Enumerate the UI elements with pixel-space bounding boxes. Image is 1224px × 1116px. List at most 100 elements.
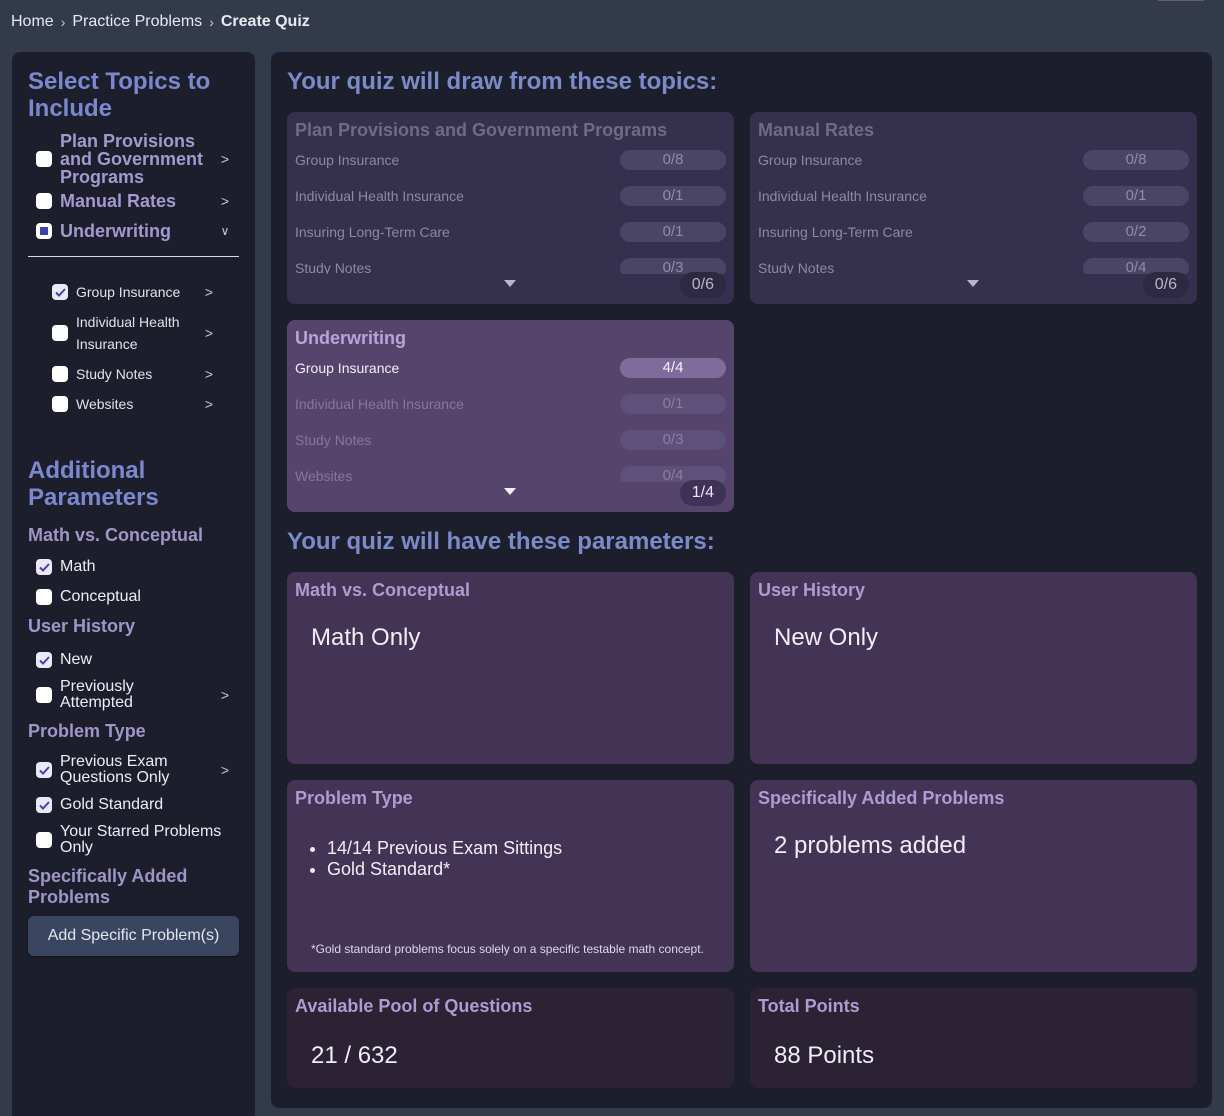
option-conceptual[interactable]: Conceptual: [28, 582, 239, 612]
topic-card-footer: 1/4: [287, 480, 734, 506]
checkmark-icon: [38, 800, 50, 810]
option-starred[interactable]: Your Starred Problems Only: [28, 820, 239, 860]
subtopic-item[interactable]: Websites >: [52, 389, 239, 419]
add-specific-problems-button[interactable]: Add Specific Problem(s): [28, 916, 239, 956]
topic-row[interactable]: Group Insurance 0/8: [295, 142, 726, 178]
topic-checkbox[interactable]: [36, 193, 52, 209]
breadcrumb-practice-problems[interactable]: Practice Problems: [72, 13, 202, 31]
expand-caret-icon[interactable]: [967, 280, 979, 287]
subtopic-count-pill: 0/1: [620, 394, 726, 414]
chevron-down-icon[interactable]: ∨: [219, 224, 231, 238]
subtopic-item[interactable]: Individual Health Insurance >: [52, 307, 239, 359]
chevron-right-icon[interactable]: >: [219, 193, 231, 209]
topic-row[interactable]: Group Insurance 0/8: [758, 142, 1189, 178]
previously-attempted-checkbox[interactable]: [36, 687, 52, 703]
option-previous-exam[interactable]: Previous Exam Questions Only >: [28, 750, 239, 790]
option-label: Gold Standard: [60, 796, 164, 813]
topic-total-pill: 0/6: [679, 272, 726, 298]
subtopic-count-pill: 0/8: [620, 150, 726, 170]
topic-checkbox-indeterminate[interactable]: [36, 223, 52, 239]
option-gold-standard[interactable]: Gold Standard: [28, 790, 239, 820]
topic-row[interactable]: Individual Health Insurance 0/1: [758, 178, 1189, 214]
topic-item-underwriting[interactable]: Underwriting ∨: [28, 216, 239, 246]
topic-item-manual-rates[interactable]: Manual Rates >: [28, 186, 239, 216]
problem-type-item: Gold Standard*: [327, 859, 726, 880]
topic-row-selected[interactable]: Group Insurance 4/4: [295, 350, 726, 386]
topic-row[interactable]: Study Notes 0/3: [295, 250, 726, 274]
main-panel: Your quiz will draw from these topics: P…: [271, 52, 1212, 1108]
topic-total-pill: 1/4: [679, 480, 726, 506]
topic-row[interactable]: Individual Health Insurance 0/1: [295, 386, 726, 422]
param-card-title: Math vs. Conceptual: [295, 580, 471, 600]
expand-caret-icon[interactable]: [504, 488, 516, 495]
subtopic-checkbox-checked[interactable]: [52, 284, 68, 300]
subtopic-checkbox[interactable]: [52, 325, 68, 341]
subtopic-label: Individual Health Insurance: [76, 314, 180, 352]
subtopic-count-pill: 0/8: [1083, 150, 1189, 170]
starred-checkbox[interactable]: [36, 832, 52, 848]
subtopic-checkbox[interactable]: [52, 366, 68, 382]
gold-standard-footnote: *Gold standard problems focus solely on …: [311, 942, 704, 956]
stat-card-points: Total Points 88 Points: [750, 988, 1197, 1088]
subtopic-checkbox[interactable]: [52, 396, 68, 412]
param-card-added-problems: Specifically Added Problems 2 problems a…: [750, 780, 1197, 972]
option-new[interactable]: New: [28, 645, 239, 675]
chevron-right-icon[interactable]: >: [203, 325, 215, 341]
subtopic-name: Individual Health Insurance: [295, 396, 464, 412]
param-value: New Only: [774, 624, 879, 651]
conceptual-checkbox[interactable]: [36, 589, 52, 605]
topic-card-rows: Group Insurance 0/8 Individual Health In…: [295, 142, 726, 274]
breadcrumb-current: Create Quiz: [220, 13, 310, 30]
subtopic-item[interactable]: Group Insurance >: [52, 277, 239, 307]
option-math[interactable]: Math: [28, 552, 239, 582]
param-card-problem-type: Problem Type 14/14 Previous Exam Sitting…: [287, 780, 734, 972]
chevron-right-icon[interactable]: >: [219, 151, 231, 167]
topic-row[interactable]: Study Notes 0/4: [758, 250, 1189, 274]
subtopic-label: Study Notes: [76, 366, 153, 382]
option-previously-attempted[interactable]: Previously Attempted >: [28, 675, 239, 715]
subtopic-name: Group Insurance: [295, 152, 400, 168]
subtopic-item[interactable]: Study Notes >: [52, 359, 239, 389]
problem-type-heading: Problem Type: [28, 721, 146, 741]
subtopic-label: Group Insurance: [76, 284, 181, 300]
gold-standard-checkbox-checked[interactable]: [36, 797, 52, 813]
subtopic-count-pill: 4/4: [620, 358, 726, 378]
topic-row[interactable]: Individual Health Insurance 0/1: [295, 178, 726, 214]
topic-card-footer: 0/6: [750, 272, 1197, 298]
topic-row[interactable]: Insuring Long-Term Care 0/1: [295, 214, 726, 250]
topic-list: Plan Provisions and Government Programs …: [28, 132, 239, 246]
checkmark-icon: [54, 287, 66, 297]
topic-card-manual-rates: Manual Rates Group Insurance 0/8 Individ…: [750, 112, 1197, 304]
math-checkbox-checked[interactable]: [36, 559, 52, 575]
param-card-title: User History: [758, 580, 866, 600]
breadcrumb-home[interactable]: Home: [11, 13, 54, 31]
expand-caret-icon[interactable]: [504, 280, 516, 287]
option-label: Math: [60, 558, 96, 575]
topic-row[interactable]: Websites 0/4: [295, 458, 726, 482]
stat-value: 21 / 632: [311, 1042, 398, 1069]
option-label: New: [60, 651, 93, 668]
subtopic-name: Insuring Long-Term Care: [295, 224, 450, 240]
previous-exam-checkbox-checked[interactable]: [36, 762, 52, 778]
user-history-heading: User History: [28, 616, 136, 636]
topics-heading: Your quiz will draw from these topics:: [287, 68, 718, 95]
param-value: 2 problems added: [774, 832, 967, 859]
chevron-right-icon[interactable]: >: [203, 396, 215, 412]
new-checkbox-checked[interactable]: [36, 652, 52, 668]
topic-row[interactable]: Study Notes 0/3: [295, 422, 726, 458]
chevron-right-icon[interactable]: >: [219, 762, 231, 778]
chevron-right-icon[interactable]: >: [203, 366, 215, 382]
subtopic-count-pill: 0/1: [1083, 186, 1189, 206]
option-label: Previously Attempted: [60, 678, 134, 711]
topic-card-rows: Group Insurance 4/4 Individual Health In…: [295, 350, 726, 482]
topic-item-plan-provisions[interactable]: Plan Provisions and Government Programs …: [28, 132, 239, 186]
option-label: Your Starred Problems Only: [60, 823, 222, 856]
topic-card-title: Manual Rates: [758, 120, 875, 140]
topic-row[interactable]: Insuring Long-Term Care 0/2: [758, 214, 1189, 250]
chevron-right-icon[interactable]: >: [219, 687, 231, 703]
topic-card-title: Plan Provisions and Government Programs: [295, 120, 668, 140]
checkmark-icon: [38, 655, 50, 665]
topic-label: Underwriting: [60, 221, 171, 241]
topic-checkbox[interactable]: [36, 151, 52, 167]
chevron-right-icon[interactable]: >: [203, 284, 215, 300]
